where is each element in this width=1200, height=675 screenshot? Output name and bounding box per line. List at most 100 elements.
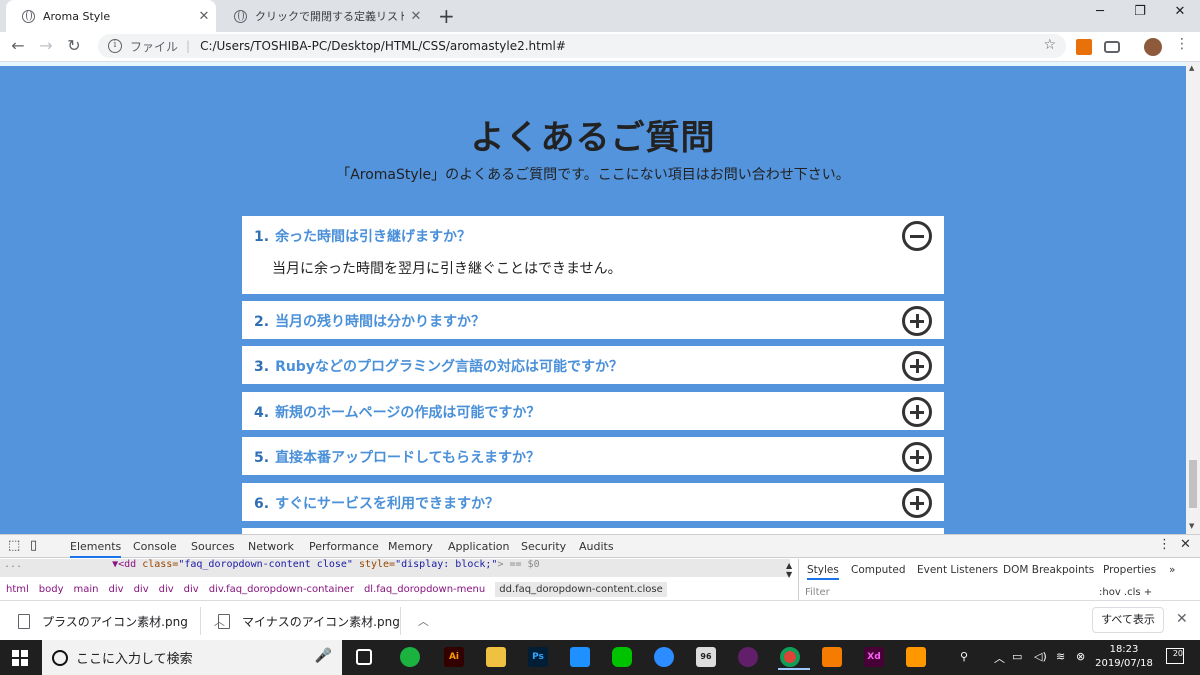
device-toolbar-icon[interactable]: ▯ [30,538,37,553]
devtools-tab-audits[interactable]: Audits [579,540,614,553]
scroll-down-icon[interactable]: ▼ [1189,522,1194,530]
event-listeners-tab[interactable]: Event Listeners [917,564,998,576]
devtools-close-icon[interactable]: ✕ [1180,537,1191,552]
address-bar[interactable]: i ファイル | C:/Users/TOSHIBA-PC/Desktop/HTM… [98,34,1066,58]
faq-item-6[interactable]: 6. すぐにサービスを利用できますか？ [242,483,944,521]
dom-breakpoints-tab[interactable]: DOM Breakpoints [1003,564,1094,576]
breadcrumb-item[interactable]: body [39,584,64,595]
taskbar-clock[interactable]: 18:23 2019/07/18 [1094,643,1154,671]
show-all-downloads-button[interactable]: すべて表示 [1092,607,1164,633]
bookmark-star-icon[interactable]: ☆ [1043,37,1056,53]
hov-cls-controls[interactable]: :hov .cls + [1099,587,1152,598]
styles-tab[interactable]: Styles [807,564,839,580]
xd-app-icon[interactable]: Xd [864,647,884,667]
notification-center-icon[interactable]: 20 [1166,648,1184,664]
sublime-app-icon[interactable] [906,647,926,667]
breadcrumb-item[interactable]: dl.faq_doropdown-menu [364,584,485,595]
scrollbar-thumb[interactable] [1189,460,1197,508]
plus-circle-icon[interactable] [902,351,932,381]
error-circle-icon[interactable]: ⊗ [1076,650,1085,663]
line-app-icon[interactable] [612,647,632,667]
devtools-tab-sources[interactable]: Sources [191,540,235,553]
camera-extension-icon[interactable] [1104,41,1120,53]
tab-close-icon[interactable]: ✕ [192,9,216,24]
wifi-icon[interactable]: ≋ [1056,650,1065,663]
properties-tab[interactable]: Properties [1103,564,1156,576]
plus-circle-icon[interactable] [902,488,932,518]
close-window-button[interactable]: ✕ [1160,4,1200,19]
devtools-tab-console[interactable]: Console [133,540,177,553]
breadcrumb-item[interactable]: main [74,584,99,595]
styles-filter-input[interactable]: Filter [805,587,830,598]
taskbar-search-input[interactable]: ここに入力して検索 🎤 [42,640,342,675]
start-pane [12,659,19,666]
plus-circle-icon[interactable] [902,306,932,336]
chevron-up-icon[interactable]: ︿ [418,613,429,629]
faq-item-3[interactable]: 3. Rubyなどのプログラミング言語の対応は可能ですか？ [242,346,944,384]
breadcrumb-item[interactable]: div [159,584,174,595]
tab-definition-list[interactable]: クリックで開閉する定義リストで作るア ✕ [218,0,428,32]
task-view-icon[interactable] [356,649,372,665]
breadcrumb-item[interactable]: div.faq_doropdown-container [209,584,354,595]
faq-item-1[interactable]: 1. 余った時間は引き継げますか？ 当月に余った時間を翌月に引き継ぐことはできませ… [242,216,944,294]
devtools-tab-network[interactable]: Network [248,540,294,553]
tab-aroma-style[interactable]: Aroma Style ✕ [6,0,216,32]
download-item-plus[interactable]: プラスのアイコン素材.png ︿ [18,601,225,641]
devtools-menu-icon[interactable]: ⋮ [1158,537,1171,552]
mail-app-icon[interactable]: 96 [696,647,716,667]
photoshop-app-icon[interactable]: Ps [528,647,548,667]
more-tabs-icon[interactable]: » [1169,564,1175,576]
scroll-up-icon[interactable]: ▲ [1189,64,1194,72]
tab-close-icon[interactable]: ✕ [404,9,428,24]
chevron-up-icon[interactable]: ︿ [994,650,1005,666]
presentation-app-icon[interactable] [822,647,842,667]
forward-button[interactable]: → [34,36,58,55]
address-url[interactable]: C:/Users/TOSHIBA-PC/Desktop/HTML/CSS/aro… [200,39,566,53]
plus-circle-icon[interactable] [902,397,932,427]
menu-kebab-icon[interactable]: ⋮ [1170,36,1194,52]
breadcrumb-item[interactable]: div [134,584,149,595]
faq-item-4[interactable]: 4. 新規のホームページの作成は可能ですか？ [242,392,944,430]
plus-circle-icon[interactable] [902,442,932,472]
spreadsheet-app-icon[interactable] [400,647,420,667]
windows-start-icon[interactable] [12,650,28,666]
reload-button[interactable]: ↻ [62,36,86,55]
word-app-icon[interactable] [570,647,590,667]
info-icon[interactable]: i [108,39,122,53]
back-button[interactable]: ← [6,36,30,55]
devtools-tab-memory[interactable]: Memory [388,540,433,553]
office-extension-icon[interactable] [1076,39,1092,55]
new-tab-button[interactable]: + [438,4,455,28]
slack-app-icon[interactable] [738,647,758,667]
minus-circle-icon[interactable] [902,221,932,251]
people-icon[interactable]: ⚲ [960,650,968,663]
breadcrumb-item-selected[interactable]: dd.faq_doropdown-content.close [495,581,667,597]
devtools-tab-security[interactable]: Security [521,540,566,553]
minimize-button[interactable]: ─ [1080,4,1120,19]
chrome-app-icon[interactable] [778,647,810,670]
faq-item-2[interactable]: 2. 当月の残り時間は分かりますか？ [242,301,944,339]
inspect-element-icon[interactable]: ⬚ [8,538,20,553]
file-explorer-icon[interactable] [486,647,506,667]
microphone-icon[interactable]: 🎤 [315,648,332,664]
devtools-tab-performance[interactable]: Performance [309,540,379,553]
computed-tab[interactable]: Computed [851,564,906,576]
faq-item-5[interactable]: 5. 直接本番アップロードしてもらえますか？ [242,437,944,475]
close-shelf-icon[interactable]: ✕ [1176,611,1188,627]
breadcrumb-item[interactable]: div [184,584,199,595]
profile-avatar[interactable] [1144,38,1162,56]
download-item-minus[interactable]: マイナスのアイコン素材.png ︿ [218,601,429,641]
battery-icon[interactable]: ▭ [1012,650,1022,663]
breadcrumb-item[interactable]: html [6,584,29,595]
breadcrumb-item[interactable]: div [109,584,124,595]
devtools-tab-application[interactable]: Application [448,540,509,553]
illustrator-app-icon[interactable]: Ai [444,647,464,667]
page-scrollbar[interactable]: ▲ ▼ [1186,62,1200,534]
volume-icon[interactable]: ◁) [1034,650,1047,663]
selected-dom-node[interactable]: ... ▼<dd class="faq_doropdown-content cl… [0,559,790,577]
dom-tag-close: > == $0 [497,559,540,570]
maximize-button[interactable]: ❐ [1120,4,1160,19]
zoom-app-icon[interactable] [654,647,674,667]
devtools-tab-elements[interactable]: Elements [70,540,122,558]
dom-scroll-arrows-icon[interactable]: ▲ ▼ [786,561,792,579]
